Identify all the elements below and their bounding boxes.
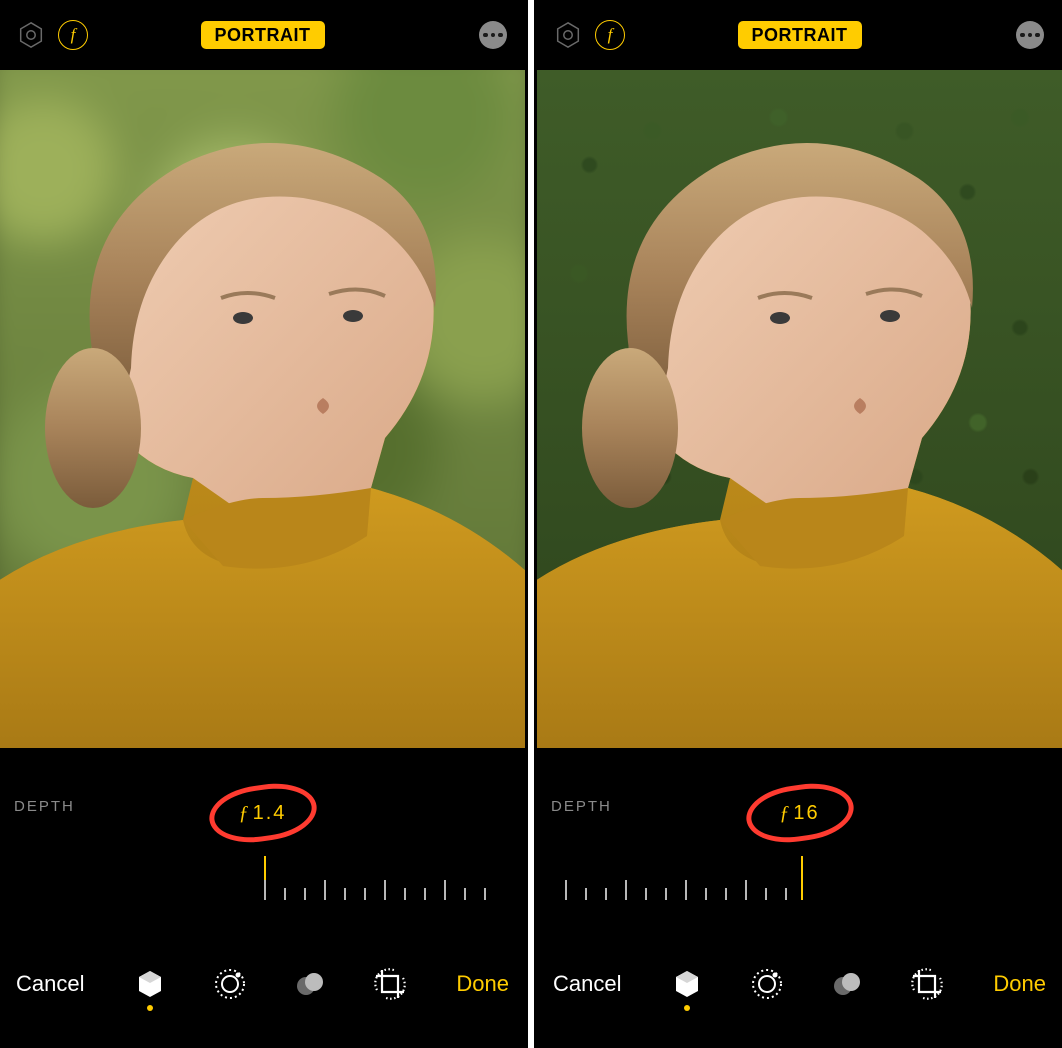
live-photo-icon[interactable]: [551, 18, 585, 52]
photo-subject: [0, 70, 525, 748]
depth-label: DEPTH: [14, 798, 75, 815]
photo-preview[interactable]: [537, 70, 1062, 748]
depth-slider[interactable]: [0, 850, 525, 910]
crop-tool[interactable]: [909, 963, 945, 1005]
done-button[interactable]: Done: [456, 971, 509, 997]
aperture-value: ƒ1.4: [239, 802, 287, 825]
aperture-prefix: ƒ: [239, 802, 251, 824]
crop-tool[interactable]: [372, 963, 408, 1005]
cancel-button[interactable]: Cancel: [16, 971, 84, 997]
slider-ticks: [264, 880, 504, 900]
bottom-toolbar: Cancel Done: [537, 938, 1062, 1048]
portrait-mode-badge[interactable]: PORTRAIT: [201, 21, 325, 49]
depth-control-row: DEPTH ƒ16: [537, 782, 1062, 832]
more-icon[interactable]: [479, 21, 507, 49]
editor-pane-right: f PORTRAIT: [537, 0, 1062, 1048]
cancel-button[interactable]: Cancel: [553, 971, 621, 997]
filters-tool[interactable]: [292, 963, 328, 1005]
top-bar: f PORTRAIT: [0, 0, 525, 70]
done-button[interactable]: Done: [993, 971, 1046, 997]
pane-divider: [528, 0, 534, 1048]
aperture-value-wrap: ƒ16: [740, 786, 860, 840]
tool-icons: [132, 963, 408, 1005]
bottom-toolbar: Cancel Done: [0, 938, 525, 1048]
aperture-value: ƒ16: [779, 802, 819, 825]
filters-tool[interactable]: [829, 963, 865, 1005]
photo-preview[interactable]: [0, 70, 525, 748]
portrait-tool[interactable]: [669, 963, 705, 1005]
aperture-prefix: ƒ: [779, 802, 791, 824]
aperture-number: 16: [793, 802, 819, 824]
depth-control-row: DEPTH ƒ1.4: [0, 782, 525, 832]
portrait-tool[interactable]: [132, 963, 168, 1005]
aperture-value-wrap: ƒ1.4: [203, 786, 323, 840]
top-bar: f PORTRAIT: [537, 0, 1062, 70]
aperture-icon-label: f: [71, 25, 76, 45]
more-icon[interactable]: [1016, 21, 1044, 49]
aperture-number: 1.4: [253, 802, 287, 824]
portrait-mode-badge[interactable]: PORTRAIT: [738, 21, 862, 49]
aperture-icon-label: f: [608, 25, 613, 45]
aperture-icon[interactable]: f: [56, 18, 90, 52]
depth-slider[interactable]: [537, 850, 1062, 910]
photo-subject: [537, 70, 1062, 748]
live-photo-icon[interactable]: [14, 18, 48, 52]
slider-ticks: [565, 880, 805, 900]
aperture-icon[interactable]: f: [593, 18, 627, 52]
tool-icons: [669, 963, 945, 1005]
editor-pane-left: f PORTRAIT: [0, 0, 525, 1048]
depth-label: DEPTH: [551, 798, 612, 815]
adjust-tool[interactable]: [749, 963, 785, 1005]
adjust-tool[interactable]: [212, 963, 248, 1005]
